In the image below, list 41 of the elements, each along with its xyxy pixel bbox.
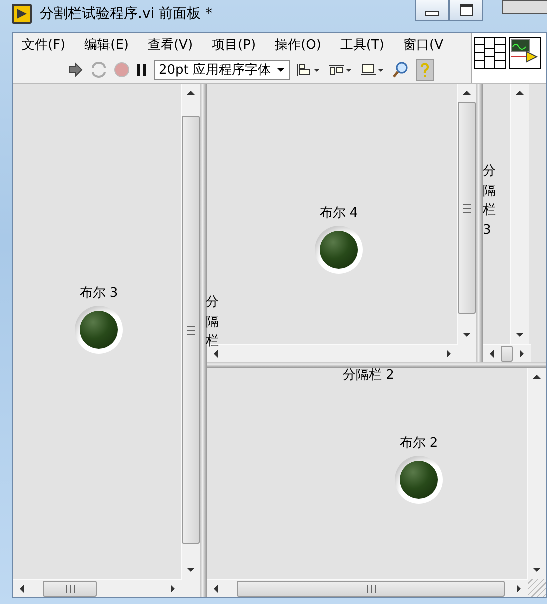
vertical-scrollbar[interactable] [457,84,476,344]
menu-item[interactable]: 窗口(V [404,36,444,54]
run-arrow-icon[interactable] [68,62,84,78]
vertical-scrollbar[interactable] [181,84,200,579]
window-title: 分割栏试验程序.vi 前面板 * [40,5,213,23]
horizontal-scrollbar[interactable] [207,579,528,597]
vi-icon [509,37,541,69]
abort-icon[interactable] [114,62,130,78]
connector-pane-icon [474,37,506,69]
resize-icon[interactable] [360,62,386,78]
pause-icon[interactable] [136,63,148,77]
align-icon[interactable] [296,62,322,78]
menu-item[interactable]: 操作(O) [275,36,322,54]
boolean-label: 布尔 2 [400,435,438,452]
question-mark-icon [420,62,430,78]
menu-item[interactable]: 查看(V) [148,36,194,54]
splitter-label: 分隔栏 2 [343,367,394,384]
vertical-splitter[interactable] [200,84,207,597]
resize-grip-icon[interactable] [528,579,546,597]
menu-item[interactable]: 工具(T) [340,36,384,54]
splitter-label: 分隔栏 [206,294,219,351]
run-continuously-icon[interactable] [90,62,108,78]
maximize-button[interactable] [449,0,483,21]
minimize-button[interactable] [415,0,449,21]
horizontal-scrollbar[interactable] [13,579,182,597]
menu-item[interactable]: 文件(F) [22,36,66,54]
search-icon[interactable] [392,61,410,79]
app-icon [12,4,32,24]
splitter-label: 分隔栏 3 [483,163,496,240]
horizontal-scrollbar[interactable] [483,344,531,362]
led-indicator[interactable] [75,306,123,354]
menu-item[interactable]: 项目(P) [212,36,256,54]
led-indicator[interactable] [315,226,363,274]
vertical-scrollbar[interactable] [527,368,546,579]
boolean-label: 布尔 3 [80,285,118,302]
led-indicator[interactable] [395,456,443,504]
vertical-scrollbar[interactable] [510,84,529,344]
font-dropdown[interactable]: 20pt 应用程序字体 [154,60,290,80]
boolean-label: 布尔 4 [320,205,358,222]
menu-item[interactable]: 编辑(E) [84,36,129,54]
help-button[interactable] [416,59,434,81]
